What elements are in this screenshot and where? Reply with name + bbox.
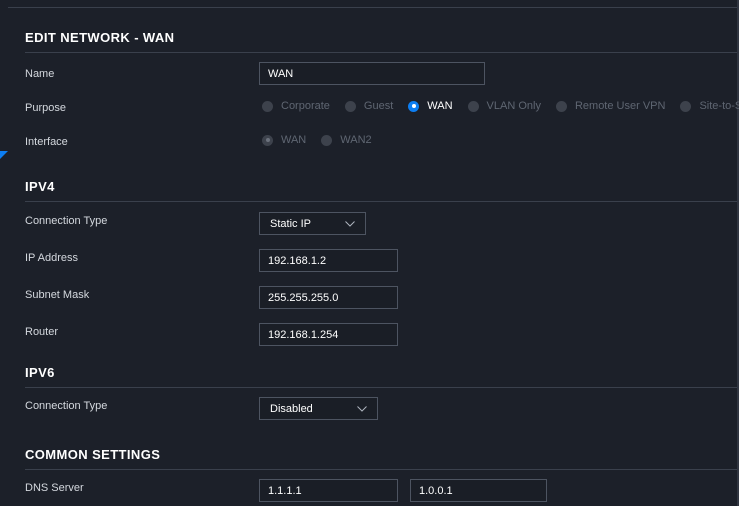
- purpose-option-corporate[interactable]: Corporate: [262, 100, 330, 112]
- chevron-down-icon: [345, 220, 355, 227]
- radio-icon: [680, 100, 692, 112]
- dns-server-primary-input[interactable]: [259, 479, 398, 502]
- interface-radio-group: WAN WAN2: [262, 134, 387, 146]
- purpose-option-site-to-site[interactable]: Site-to-Site: [680, 100, 739, 112]
- ipv4-connection-type-label: Connection Type: [25, 215, 108, 227]
- interface-label: Interface: [25, 136, 68, 148]
- radio-label: VLAN Only: [486, 100, 541, 112]
- radio-icon: [262, 100, 273, 112]
- dns-server-label: DNS Server: [25, 482, 84, 494]
- radio-label: Site-to-Site: [699, 100, 739, 112]
- radio-selected-icon: [408, 100, 420, 112]
- radio-label: WAN: [427, 100, 453, 112]
- radio-label: WAN2: [340, 134, 372, 146]
- purpose-option-remote-user-vpn[interactable]: Remote User VPN: [555, 100, 666, 112]
- radio-icon: [344, 100, 356, 112]
- ip-address-label: IP Address: [25, 252, 78, 264]
- top-divider: [8, 7, 739, 8]
- purpose-option-guest[interactable]: Guest: [344, 100, 394, 112]
- section-divider: [25, 52, 737, 53]
- section-title-common-settings: COMMON SETTINGS: [25, 447, 161, 462]
- select-value: Static IP: [270, 217, 311, 230]
- purpose-option-vlan-only[interactable]: VLAN Only: [467, 100, 541, 112]
- radio-icon: [467, 100, 479, 112]
- radio-label: Corporate: [281, 100, 330, 112]
- section-divider: [25, 469, 737, 470]
- purpose-option-wan[interactable]: WAN: [408, 100, 453, 112]
- active-indicator-triangle: [0, 151, 8, 159]
- select-value: Disabled: [270, 402, 313, 415]
- section-title-edit-network: EDIT NETWORK - WAN: [25, 30, 175, 45]
- radio-label: Guest: [363, 100, 394, 112]
- radio-label: Remote User VPN: [574, 100, 666, 112]
- name-input[interactable]: [259, 62, 485, 85]
- radio-icon: [555, 100, 567, 112]
- purpose-radio-group: Corporate Guest WAN VLAN Only Remote Use…: [262, 100, 739, 112]
- name-label: Name: [25, 68, 55, 80]
- edit-network-page: EDIT NETWORK - WAN Name Purpose Corporat…: [0, 0, 739, 506]
- dns-server-secondary-input[interactable]: [410, 479, 547, 502]
- ipv6-connection-type-select[interactable]: Disabled: [259, 397, 378, 420]
- chevron-down-icon: [357, 405, 367, 412]
- router-label: Router: [25, 326, 59, 338]
- radio-icon: [321, 134, 333, 146]
- ip-address-input[interactable]: [259, 249, 398, 272]
- radio-label: WAN: [281, 134, 307, 146]
- interface-option-wan[interactable]: WAN: [262, 134, 306, 146]
- interface-option-wan2[interactable]: WAN2: [321, 134, 372, 146]
- section-divider: [25, 387, 737, 388]
- radio-selected-icon: [262, 134, 273, 146]
- subnet-mask-input[interactable]: [259, 286, 398, 309]
- subnet-mask-label: Subnet Mask: [25, 289, 90, 301]
- section-divider: [25, 201, 737, 202]
- ipv6-connection-type-label: Connection Type: [25, 400, 108, 412]
- purpose-label: Purpose: [25, 102, 66, 114]
- router-input[interactable]: [259, 323, 398, 346]
- section-title-ipv4: IPV4: [25, 179, 55, 194]
- section-title-ipv6: IPV6: [25, 365, 55, 380]
- ipv4-connection-type-select[interactable]: Static IP: [259, 212, 366, 235]
